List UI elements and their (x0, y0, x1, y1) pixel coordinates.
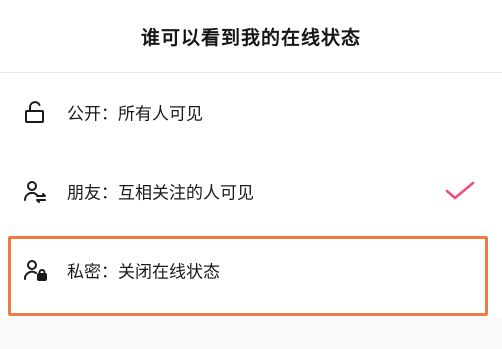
checkmark-icon (444, 180, 476, 202)
option-friends[interactable]: 朋友：互相关注的人可见 (0, 152, 502, 230)
bottom-strip (0, 318, 502, 349)
user-mutual-icon (22, 178, 48, 204)
option-public-label: 公开：所有人可见 (67, 104, 203, 125)
page-title: 谁可以看到我的在线状态 (140, 26, 361, 49)
option-public[interactable]: 公开：所有人可见 (0, 73, 502, 151)
user-lock-icon (22, 257, 48, 283)
option-private[interactable]: 私密：关闭在线状态 (0, 231, 502, 309)
unlock-icon (22, 99, 48, 125)
option-private-label: 私密：关闭在线状态 (67, 262, 220, 283)
option-friends-label: 朋友：互相关注的人可见 (67, 183, 254, 204)
page-header: 谁可以看到我的在线状态 (0, 0, 502, 72)
